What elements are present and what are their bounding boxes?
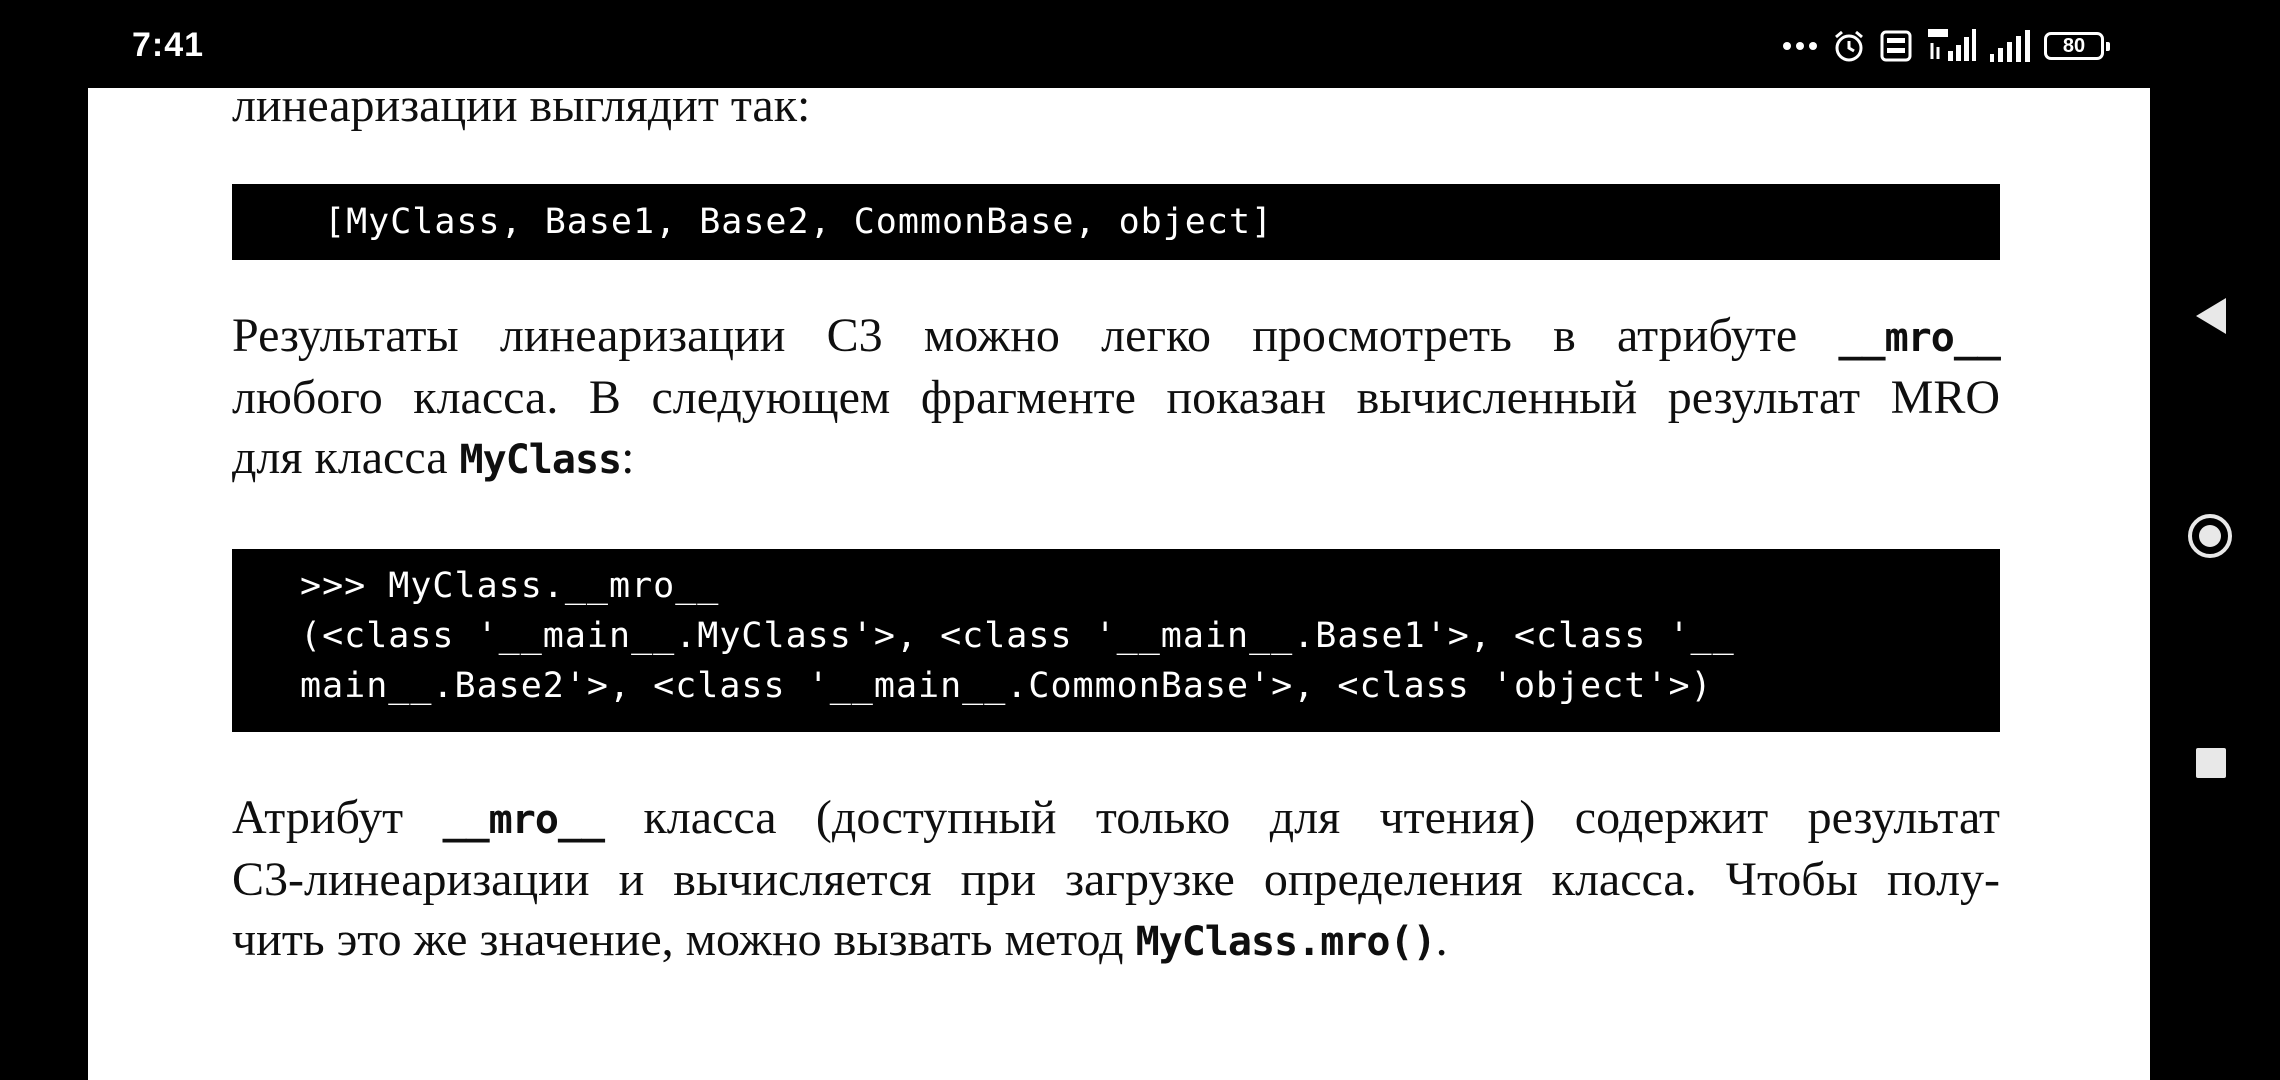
inline-code-mro-method: MyClass.mro() (1135, 919, 1437, 965)
status-time: 7:41 (132, 26, 205, 64)
recent-apps-icon[interactable] (2196, 748, 2226, 778)
more-dots-icon (1783, 42, 1817, 50)
text-run: : (621, 431, 635, 484)
paragraph-line: Атрибут __mro__ класса (доступный только… (232, 788, 2000, 850)
text-run: Атрибут (232, 791, 443, 844)
code-line: >>> MyClass.__mro__ (300, 566, 720, 606)
paragraph-line: Результаты линеаризации С3 можно легко п… (232, 306, 2001, 368)
volte-icon (1880, 30, 1912, 62)
paragraph-line: любого класса. В следующем фрагменте пок… (232, 371, 2000, 424)
paragraph-line: С3-линеаризации и вычисляется при загруз… (232, 853, 2000, 906)
paragraph-fragment: линеаризации выглядит так: (232, 88, 811, 132)
text-run: Результаты линеаризации С3 можно легко п… (232, 309, 1839, 362)
text-run: для класса (232, 431, 460, 484)
inline-code-myclass: MyClass (459, 437, 623, 483)
paragraph-line: чить это же значение, можно вызвать мето… (232, 910, 2000, 972)
navigation-bar (2150, 88, 2280, 1080)
code-line: (<class '__main__.MyClass'>, <class '__m… (300, 616, 1735, 656)
code-block-mro-list: [MyClass, Base1, Base2, CommonBase, obje… (232, 184, 2000, 260)
signal-4g-icon (1928, 29, 1976, 61)
back-icon[interactable] (2196, 298, 2226, 334)
battery-icon: 80 (2044, 32, 2110, 60)
code-block-mro-output: >>> MyClass.__mro__ (<class '__main__.My… (232, 549, 2000, 732)
text-run: чить это же значение, можно вызвать мето… (232, 913, 1136, 966)
inline-code-mro: __mro__ (442, 797, 605, 843)
inline-code-mro: __mro__ (1838, 315, 2001, 361)
battery-level: 80 (2062, 35, 2086, 57)
text-run: класса (доступный только для чтения) сод… (604, 791, 2001, 844)
paragraph-c3-results: Результаты линеаризации С3 можно легко п… (232, 306, 2001, 490)
text-run: . (1435, 913, 1448, 966)
alarm-icon (1835, 30, 1863, 62)
status-bar: 7:41 80 (0, 0, 2280, 88)
home-icon[interactable] (2188, 514, 2232, 558)
paragraph-line: для класса MyClass: (232, 428, 2000, 490)
code-line: main__.Base2'>, <class '__main__.CommonB… (300, 666, 1713, 706)
signal-icon (1990, 30, 2030, 62)
book-page[interactable]: линеаризации выглядит так: [MyClass, Bas… (88, 88, 2150, 1080)
paragraph-mro-attribute: Атрибут __mro__ класса (доступный только… (232, 788, 2000, 972)
status-icons: 80 (1782, 24, 2110, 68)
